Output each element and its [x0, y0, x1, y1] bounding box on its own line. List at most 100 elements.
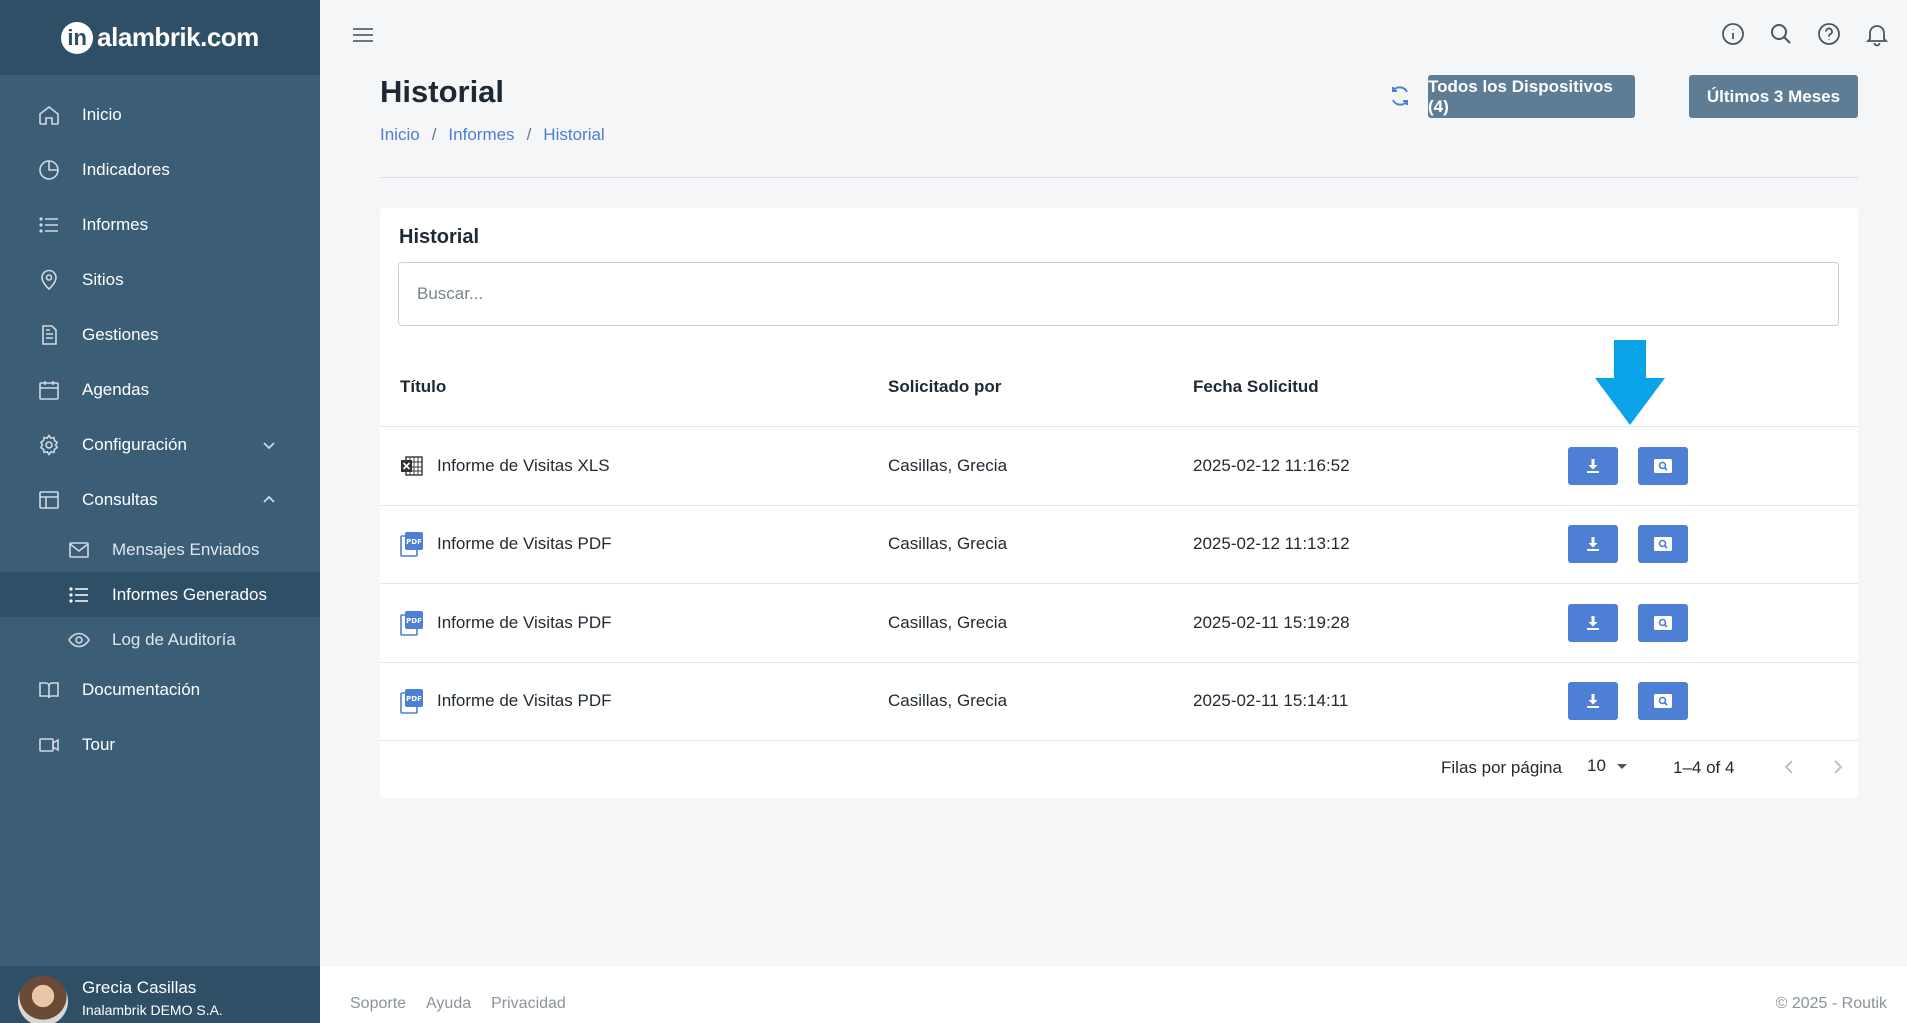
previous-page-button[interactable]: [1777, 754, 1803, 780]
rows-per-page-label: Filas por página: [1441, 758, 1562, 777]
preview-button[interactable]: [1638, 525, 1688, 564]
sidebar-item-label: Documentación: [82, 679, 201, 699]
sidebar-item-tour[interactable]: Tour: [0, 717, 320, 772]
download-button[interactable]: [1568, 603, 1618, 642]
document-icon: [36, 322, 62, 348]
caret-down-icon: [1616, 764, 1627, 769]
table-row: Informe de Visitas XLS Casillas, Grecia …: [380, 427, 1858, 506]
sidebar-subitem-mensajes-enviados[interactable]: Mensajes Enviados: [0, 527, 320, 572]
download-icon: [1587, 694, 1599, 709]
period-filter-button[interactable]: Últimos 3 Meses: [1689, 75, 1858, 118]
sidebar-item-label: Gestiones: [82, 324, 159, 344]
row-date: 2025-02-11 15:19:28: [1193, 612, 1350, 632]
sidebar-item-configuracion[interactable]: Configuración: [0, 417, 320, 472]
sidebar-item-informes[interactable]: Informes: [0, 197, 320, 252]
sidebar-subitem-label: Log de Auditoría: [112, 629, 236, 649]
preview-icon: [1654, 537, 1672, 552]
info-button[interactable]: [1719, 20, 1747, 48]
sidebar-item-inicio[interactable]: Inicio: [0, 87, 320, 142]
sidebar-subitem-log-auditoria[interactable]: Log de Auditoría: [0, 617, 320, 662]
rows-per-page-select[interactable]: 10: [1587, 756, 1628, 776]
download-button[interactable]: [1568, 525, 1618, 564]
download-icon: [1587, 615, 1599, 630]
download-button[interactable]: [1568, 446, 1618, 485]
table-row: PDF Informe de Visitas PDF Casillas, Gre…: [380, 584, 1858, 663]
breadcrumb-historial[interactable]: Historial: [543, 125, 604, 145]
row-requested-by: Casillas, Grecia: [888, 455, 1008, 475]
svg-text:PDF: PDF: [406, 538, 422, 546]
sidebar-item-gestiones[interactable]: Gestiones: [0, 307, 320, 362]
sidebar-item-label: Configuración: [82, 434, 187, 454]
preview-button[interactable]: [1638, 603, 1688, 642]
row-date: 2025-02-12 11:16:52: [1193, 455, 1350, 475]
sidebar-item-sitios[interactable]: Sitios: [0, 252, 320, 307]
pagination: Filas por página 10 1–4 of 4: [380, 738, 1858, 798]
list-icon: [66, 582, 92, 608]
refresh-button[interactable]: [1386, 82, 1414, 110]
user-panel[interactable]: Grecia Casillas Inalambrik DEMO S.A.: [0, 966, 320, 1023]
svg-text:PDF: PDF: [406, 617, 422, 625]
page-title: Historial: [380, 74, 505, 109]
info-icon: [1722, 23, 1744, 45]
preview-button[interactable]: [1638, 682, 1688, 721]
menu-toggle-button[interactable]: [350, 22, 376, 48]
download-button[interactable]: [1568, 682, 1618, 721]
column-header-titulo[interactable]: Título: [400, 377, 446, 397]
sidebar-item-documentacion[interactable]: Documentación: [0, 662, 320, 717]
breadcrumb-informes[interactable]: Informes: [448, 125, 514, 145]
search-button[interactable]: [1767, 20, 1795, 48]
help-button[interactable]: [1815, 20, 1843, 48]
sidebar-item-label: Informes: [82, 214, 149, 234]
mail-icon: [66, 537, 92, 563]
brand-name: alambrik.com: [97, 22, 259, 52]
devices-filter-button[interactable]: Todos los Dispositivos (4): [1428, 75, 1635, 118]
footer: Soporte Ayuda Privacidad © 2025 - Routik: [320, 966, 1907, 1023]
row-title-cell: PDF Informe de Visitas PDF: [400, 610, 611, 636]
brand-logo[interactable]: in alambrik.com: [0, 0, 320, 75]
sidebar-item-label: Tour: [82, 734, 116, 754]
download-icon: [1587, 537, 1599, 552]
sidebar-item-consultas[interactable]: Consultas: [0, 472, 320, 527]
sidebar-item-agendas[interactable]: Agendas: [0, 362, 320, 417]
column-header-solicitado-por[interactable]: Solicitado por: [888, 377, 1001, 397]
notifications-button[interactable]: [1863, 20, 1891, 48]
breadcrumb-inicio[interactable]: Inicio: [380, 125, 420, 145]
history-card: Historial Título Solicitado por Fecha So…: [380, 208, 1858, 798]
footer-link-soporte[interactable]: Soporte: [350, 995, 406, 1013]
sidebar-subitem-label: Informes Generados: [112, 584, 267, 604]
sidebar-item-indicadores[interactable]: Indicadores: [0, 142, 320, 197]
row-requested-by: Casillas, Grecia: [888, 612, 1008, 632]
pagination-range: 1–4 of 4: [1673, 758, 1735, 777]
sidebar-subitem-informes-generados[interactable]: Informes Generados: [0, 572, 320, 617]
row-requested-by: Casillas, Grecia: [888, 534, 1008, 554]
bell-icon: [1865, 25, 1889, 47]
row-date: 2025-02-11 15:14:11: [1193, 691, 1349, 711]
card-title: Historial: [399, 226, 480, 248]
user-company: Inalambrik DEMO S.A.: [82, 1002, 223, 1018]
refresh-icon: [1392, 86, 1408, 106]
column-header-fecha[interactable]: Fecha Solicitud: [1193, 377, 1319, 397]
next-page-button[interactable]: [1824, 754, 1850, 780]
pdf-file-icon: PDF: [400, 610, 424, 636]
sidebar-item-label: Agendas: [82, 379, 150, 399]
footer-link-privacidad[interactable]: Privacidad: [491, 995, 566, 1013]
row-date: 2025-02-12 11:13:12: [1193, 534, 1350, 554]
sidebar-item-label: Consultas: [82, 489, 158, 509]
row-title-cell: PDF Informe de Visitas PDF: [400, 688, 611, 715]
chevron-right-icon: [1834, 760, 1843, 774]
gear-icon: [36, 432, 62, 458]
header-divider: [380, 177, 1858, 178]
footer-link-ayuda[interactable]: Ayuda: [426, 995, 471, 1013]
preview-button[interactable]: [1638, 446, 1688, 485]
search-input[interactable]: [398, 262, 1839, 326]
calendar-icon: [36, 377, 62, 403]
download-icon: [1587, 458, 1599, 473]
list-icon: [36, 212, 62, 238]
home-icon: [36, 102, 62, 128]
brand-mark: in: [61, 21, 94, 54]
topbar-actions: [1719, 20, 1891, 48]
sidebar-item-label: Sitios: [82, 269, 124, 289]
annotation-arrow-icon: [1595, 340, 1665, 425]
row-title-cell: Informe de Visitas XLS: [400, 453, 610, 479]
sidebar: in alambrik.com Inicio Indicadores Infor…: [0, 0, 320, 1023]
